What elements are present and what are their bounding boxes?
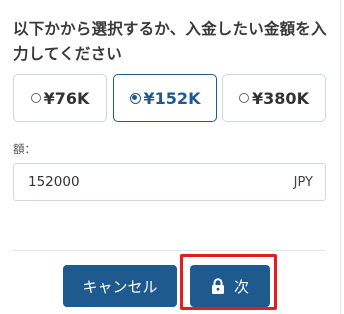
amount-option-152k[interactable]: ¥152K [113,74,217,122]
amount-field-label: 額： [13,142,36,156]
amount-option-label: ¥380K [252,88,309,108]
amount-option-380k[interactable]: ¥380K [222,74,326,122]
cancel-button-label: キャンセル [82,277,158,296]
instruction-text: 以下かから選択するか、入金したい金額を入力してください [13,20,327,63]
cancel-button[interactable]: キャンセル [63,265,177,307]
currency-label: JPY [293,174,313,190]
next-button[interactable]: 次 [190,265,270,307]
amount-input[interactable]: 152000 JPY [13,163,326,201]
next-button-label: 次 [233,277,249,296]
amount-option-label: ¥152K [143,88,201,108]
amount-option-label: ¥76K [43,88,90,108]
radio-unchecked-icon [30,93,41,103]
radio-checked-icon [129,92,141,104]
divider [13,250,326,251]
amount-input-value: 152000 [28,174,80,190]
lock-icon [211,278,224,294]
deposit-card: 以下かから選択するか、入金したい金額を入力してください ¥76K ¥152K ¥… [0,0,341,314]
amount-option-76k[interactable]: ¥76K [13,74,107,122]
radio-unchecked-icon [239,93,250,103]
